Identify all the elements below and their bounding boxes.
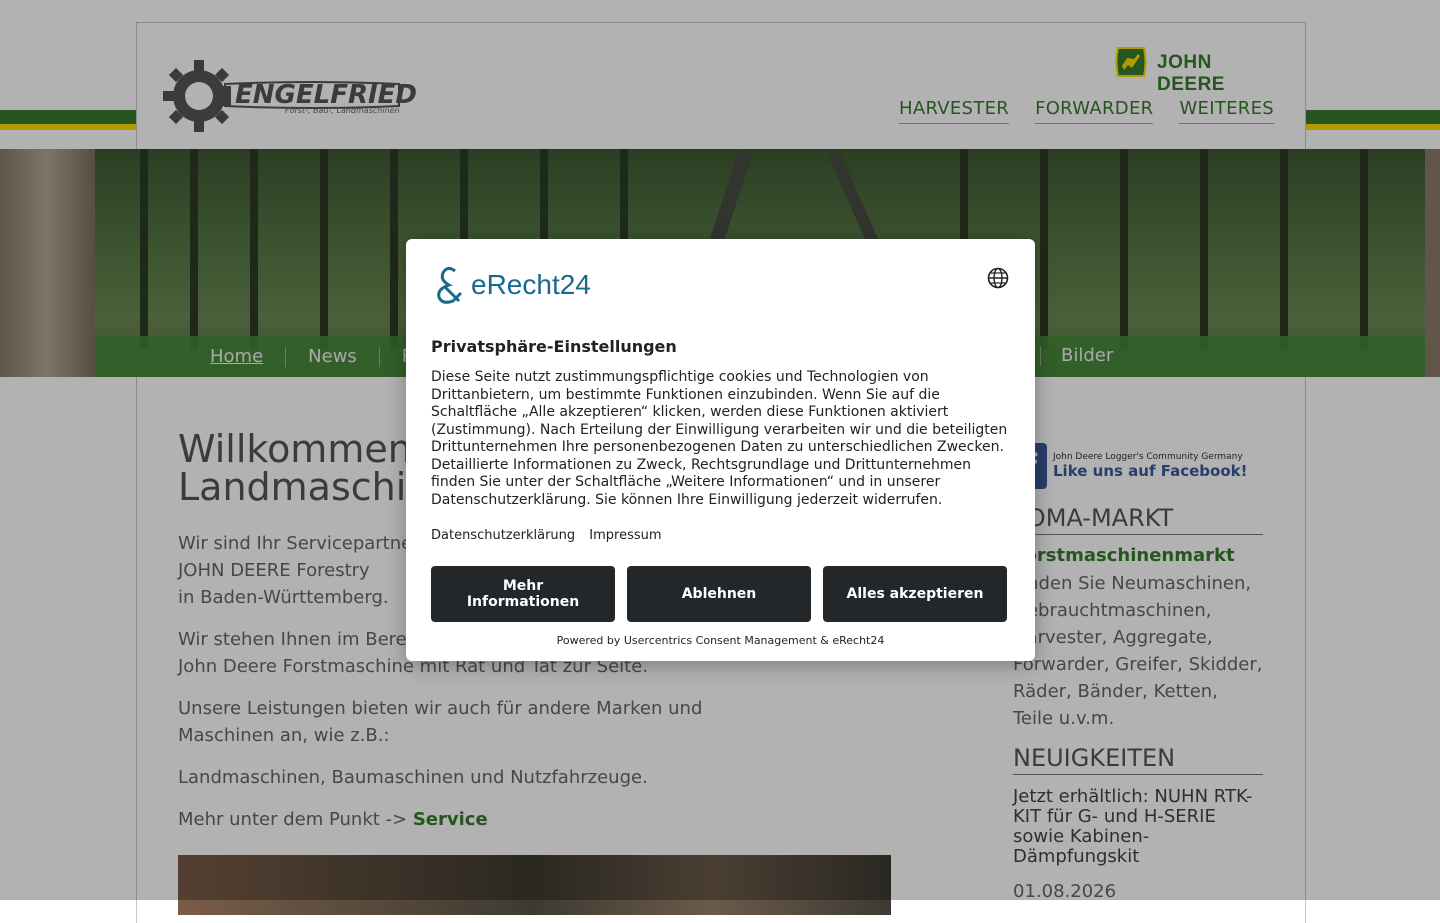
- accept-all-button[interactable]: Alles akzeptieren: [823, 566, 1007, 622]
- powered-by-text: Powered by Usercentrics Consent Manageme…: [556, 634, 885, 647]
- decline-button[interactable]: Ablehnen: [627, 566, 811, 622]
- imprint-link[interactable]: Impressum: [589, 528, 661, 543]
- consent-links: Datenschutzerklärung Impressum: [431, 528, 672, 543]
- erecht24-logo-text: eRecht24: [471, 269, 591, 300]
- consent-title: Privatsphäre-Einstellungen: [431, 337, 677, 356]
- consent-description: Diese Seite nutzt zustimmungspflichtige …: [431, 369, 1008, 508]
- consent-buttons: Mehr Informationen Ablehnen Alles akzept…: [431, 566, 1007, 622]
- privacy-policy-link[interactable]: Datenschutzerklärung: [431, 528, 575, 543]
- more-information-button[interactable]: Mehr Informationen: [431, 566, 615, 622]
- erecht24-logo: eRecht24: [431, 265, 591, 305]
- language-globe-icon[interactable]: [987, 267, 1009, 289]
- consent-dialog: eRecht24 Privatsphäre-Einstellungen Dies…: [406, 239, 1035, 661]
- ampersand-logo-icon: [437, 266, 463, 304]
